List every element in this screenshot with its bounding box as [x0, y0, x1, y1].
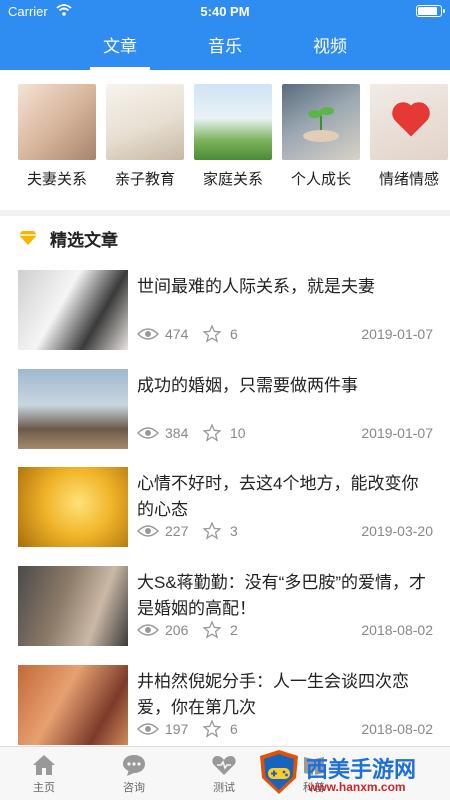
star-icon: [203, 325, 221, 343]
article-date: 2018-08-02: [361, 721, 433, 737]
category-label: 夫妻关系: [26, 171, 87, 188]
view-count: 474: [165, 326, 189, 342]
home-icon: [33, 755, 55, 775]
category-growth[interactable]: 个人成长: [280, 84, 362, 189]
article-title: 世间最难的人际关系，就是夫妻: [137, 277, 375, 296]
category-label: 家庭关系: [202, 171, 263, 188]
category-label: 个人成长: [290, 171, 351, 188]
diamond-icon: [19, 231, 37, 245]
category-family[interactable]: 家庭关系: [192, 84, 274, 189]
site-watermark: 西美手游网 www.hanxm.com: [256, 748, 446, 798]
tab-articles[interactable]: 文章: [80, 32, 160, 70]
nav-home[interactable]: 主页: [14, 753, 74, 795]
article-title: 心情不好时，去这4个地方，能改变你的心态: [137, 474, 419, 519]
nav-consult[interactable]: 咨询: [104, 753, 164, 795]
article-meta: 206 2 2018-08-02: [137, 620, 433, 642]
list-item[interactable]: 大S&蒋勤勤：没有“多巴胺”的爱情，才是婚姻的高配！ 206 2 2018-08…: [0, 566, 450, 660]
article-meta: 197 6 2018-08-02: [137, 719, 433, 741]
star-icon: [203, 522, 221, 540]
view-count: 206: [165, 622, 189, 638]
family-outdoor-photo: [194, 84, 272, 160]
article-date: 2019-01-07: [361, 326, 433, 342]
nav-test[interactable]: 测试: [194, 753, 254, 795]
eye-icon: [137, 427, 159, 439]
view-count: 227: [165, 523, 189, 539]
like-count: 6: [230, 326, 238, 342]
like-count: 6: [230, 721, 238, 737]
tab-music[interactable]: 音乐: [185, 32, 265, 70]
article-date: 2018-08-02: [361, 622, 433, 638]
drama-still-photo: [18, 566, 128, 646]
list-item[interactable]: 世间最难的人际关系，就是夫妻 474 6 2019-01-07: [0, 270, 450, 364]
article-title: 井柏然倪妮分手：人一生会谈四次恋爱，你在第几次: [137, 672, 409, 717]
nav-label: 咨询: [123, 782, 145, 794]
list-item[interactable]: 成功的婚姻，只需要做两件事 384 10 2019-01-07: [0, 369, 450, 463]
eye-icon: [137, 624, 159, 636]
article-meta: 227 3 2019-03-20: [137, 521, 433, 543]
star-icon: [203, 720, 221, 738]
couple-movie-photo: [18, 665, 128, 745]
battery-icon: [416, 5, 445, 17]
golden-dandelion-photo: [18, 467, 128, 547]
view-count: 384: [165, 425, 189, 441]
category-label: 亲子教育: [114, 171, 175, 188]
view-count: 197: [165, 721, 189, 737]
category-strip: 夫妻关系 亲子教育 家庭关系 个人成长 情绪情感: [0, 84, 450, 194]
wedding-couple-photo: [18, 270, 128, 350]
article-title: 大S&蒋勤勤：没有“多巴胺”的爱情，才是婚姻的高配！: [137, 573, 426, 618]
city-rings-photo: [18, 369, 128, 449]
section-title: 精选文章: [50, 231, 118, 250]
article-date: 2019-01-07: [361, 425, 433, 441]
gamepad-shield-logo: [260, 750, 298, 794]
eye-icon: [137, 723, 159, 735]
status-bar: Carrier 5:40 PM: [0, 0, 450, 24]
category-couple[interactable]: 夫妻关系: [16, 84, 98, 189]
eye-icon: [137, 328, 159, 340]
category-label: 情绪情感: [378, 171, 439, 188]
watermark-url: www.hanxm.com: [308, 780, 406, 794]
heart-check-icon: [212, 756, 236, 775]
article-date: 2019-03-20: [361, 523, 433, 539]
category-emotion[interactable]: 情绪情感: [368, 84, 450, 189]
list-item[interactable]: 心情不好时，去这4个地方，能改变你的心态 227 3 2019-03-20: [0, 467, 450, 561]
top-header: Carrier 5:40 PM 文章 音乐 视频: [0, 0, 450, 70]
status-time: 5:40 PM: [200, 4, 250, 19]
like-count: 3: [230, 523, 238, 539]
tab-videos[interactable]: 视频: [290, 32, 370, 70]
like-count: 2: [230, 622, 238, 638]
nav-label: 主页: [33, 782, 55, 794]
category-parenting[interactable]: 亲子教育: [104, 84, 186, 189]
family-reading-photo: [106, 84, 184, 160]
list-item[interactable]: 井柏然倪妮分手：人一生会谈四次恋爱，你在第几次 197 6 2018-08-02: [0, 665, 450, 759]
sprout-in-hand-photo: [282, 84, 360, 160]
article-title: 成功的婚姻，只需要做两件事: [137, 376, 358, 395]
content-tabs: 文章 音乐 视频: [0, 32, 450, 70]
star-icon: [203, 424, 221, 442]
section-divider: [0, 210, 450, 216]
nav-label: 测试: [213, 782, 235, 794]
couple-photo: [18, 84, 96, 160]
like-count: 10: [230, 425, 246, 441]
eye-icon: [137, 525, 159, 537]
chat-icon: [123, 755, 145, 776]
red-heart-photo: [370, 84, 448, 160]
article-meta: 384 10 2019-01-07: [137, 423, 433, 445]
article-meta: 474 6 2019-01-07: [137, 324, 433, 346]
star-icon: [203, 621, 221, 639]
